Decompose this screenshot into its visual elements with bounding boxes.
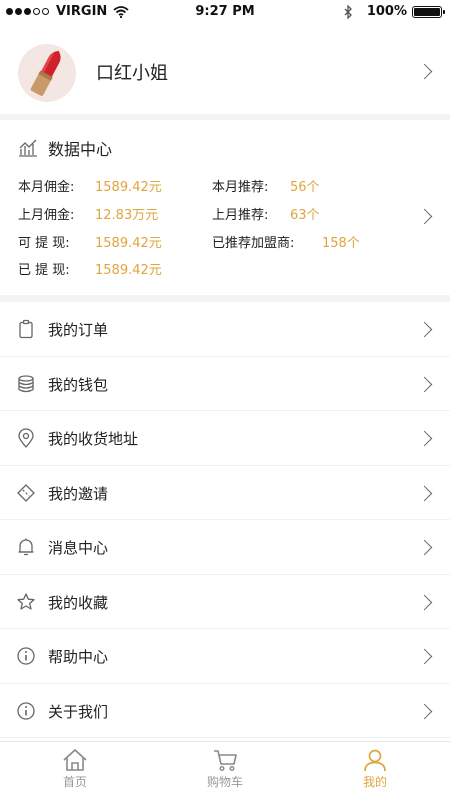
menu-item-wallet[interactable]: 我的钱包 xyxy=(0,356,450,411)
divider xyxy=(0,295,450,302)
stat-this-month-referrals: 本月推荐: 56个 xyxy=(212,176,320,195)
clipboard-icon xyxy=(19,319,33,339)
menu-item-messages[interactable]: 消息中心 xyxy=(0,520,450,575)
stat-withdrawn: 已 提 现: 1589.42元 xyxy=(18,259,162,278)
tab-label: 首页 xyxy=(62,775,87,789)
chevron-right-icon xyxy=(416,63,433,80)
stat-value: 63个 xyxy=(290,208,320,223)
tab-home[interactable]: 首页 xyxy=(0,742,150,801)
stat-last-month-commission: 上月佣金: 12.83万元 xyxy=(18,204,158,223)
stat-value: 158个 xyxy=(322,236,360,251)
chevron-right-icon xyxy=(416,485,433,501)
stat-label: 已推荐加盟商: xyxy=(212,236,295,251)
menu-item-favorites[interactable]: 我的收藏 xyxy=(0,574,450,629)
menu-item-invitations[interactable]: 我的邀请 xyxy=(0,465,450,520)
stat-value: 1589.42元 xyxy=(95,236,162,251)
battery-icon xyxy=(412,5,445,18)
menu-item-orders[interactable]: 我的订单 xyxy=(0,302,450,357)
tab-cart[interactable]: 购物车 xyxy=(150,742,300,801)
menu-item-about[interactable]: 关于我们 xyxy=(0,683,450,738)
status-bar: VIRGIN 9:27 PM 100% xyxy=(0,0,450,24)
menu-item-label: 我的邀请 xyxy=(48,484,109,503)
home-icon xyxy=(63,748,87,771)
profile-header[interactable]: 口红小姐 xyxy=(0,24,450,114)
menu-item-label: 我的钱包 xyxy=(48,375,109,394)
menu-item-label: 我的收藏 xyxy=(48,593,109,612)
avatar[interactable] xyxy=(18,44,76,102)
stat-label: 上月佣金: xyxy=(18,208,75,223)
nickname: 口红小姐 xyxy=(96,63,168,84)
battery-percent: 100% xyxy=(366,4,407,19)
menu-item-label: 消息中心 xyxy=(48,539,109,557)
status-right: 100% xyxy=(343,4,445,19)
user-icon xyxy=(364,749,386,772)
stat-label: 已 提 现: xyxy=(18,263,70,278)
info-icon xyxy=(17,701,35,720)
battery-fill xyxy=(414,7,440,16)
stat-value: 1589.42元 xyxy=(95,180,162,195)
chevron-right-icon xyxy=(416,539,433,556)
chevron-right-icon xyxy=(416,376,433,392)
cart-icon xyxy=(214,750,237,772)
stat-value: 12.83万元 xyxy=(95,208,159,223)
data-center-card[interactable]: 数据中心 本月佣金: 1589.42元 上月佣金: 12.83万元 可 提 现:… xyxy=(0,120,450,295)
menu-list: 我的订单 我的钱包 我的收货地址 我的邀请 消息中心 我的收藏 帮助中心 关于我… xyxy=(0,302,450,738)
data-center-header: 数据中心 xyxy=(18,136,112,160)
menu-item-help[interactable]: 帮助中心 xyxy=(0,629,450,684)
tab-bar: 首页 购物车 我的 xyxy=(0,741,450,801)
info-icon xyxy=(17,647,35,665)
menu-item-label: 我的订单 xyxy=(48,321,109,339)
lipstick-icon xyxy=(30,50,61,96)
bell-icon xyxy=(18,538,34,556)
stat-label: 本月推荐: xyxy=(212,180,269,195)
chevron-right-icon xyxy=(416,594,433,610)
chevron-right-icon xyxy=(416,321,433,338)
stat-label: 本月佣金: xyxy=(18,180,75,195)
stat-value: 56个 xyxy=(290,180,320,195)
stat-referred-franchisees: 已推荐加盟商: 158个 xyxy=(212,232,360,251)
tab-mine[interactable]: 我的 xyxy=(300,742,450,801)
ticket-icon xyxy=(17,483,35,502)
menu-item-label: 我的收货地址 xyxy=(48,430,139,448)
menu-item-address[interactable]: 我的收货地址 xyxy=(0,411,450,466)
tab-label: 我的 xyxy=(362,775,387,789)
coins-icon xyxy=(18,374,34,392)
stat-last-month-referrals: 上月推荐: 63个 xyxy=(212,204,320,223)
chevron-right-icon xyxy=(416,208,433,225)
stat-this-month-commission: 本月佣金: 1589.42元 xyxy=(18,176,162,195)
location-pin-icon xyxy=(18,428,34,448)
data-center-title: 数据中心 xyxy=(48,140,113,159)
bluetooth-icon xyxy=(344,4,352,19)
chevron-right-icon xyxy=(416,430,433,447)
stat-label: 可 提 现: xyxy=(18,236,70,251)
menu-item-label: 关于我们 xyxy=(48,702,109,721)
tab-label: 购物车 xyxy=(206,775,243,789)
stat-withdrawable: 可 提 现: 1589.42元 xyxy=(18,232,162,251)
star-icon xyxy=(17,592,35,610)
menu-item-label: 帮助中心 xyxy=(48,648,109,666)
chevron-right-icon xyxy=(416,703,433,719)
stat-value: 1589.42元 xyxy=(95,263,162,278)
chevron-right-icon xyxy=(416,648,433,665)
stat-label: 上月推荐: xyxy=(212,208,269,223)
chart-icon xyxy=(19,139,37,157)
